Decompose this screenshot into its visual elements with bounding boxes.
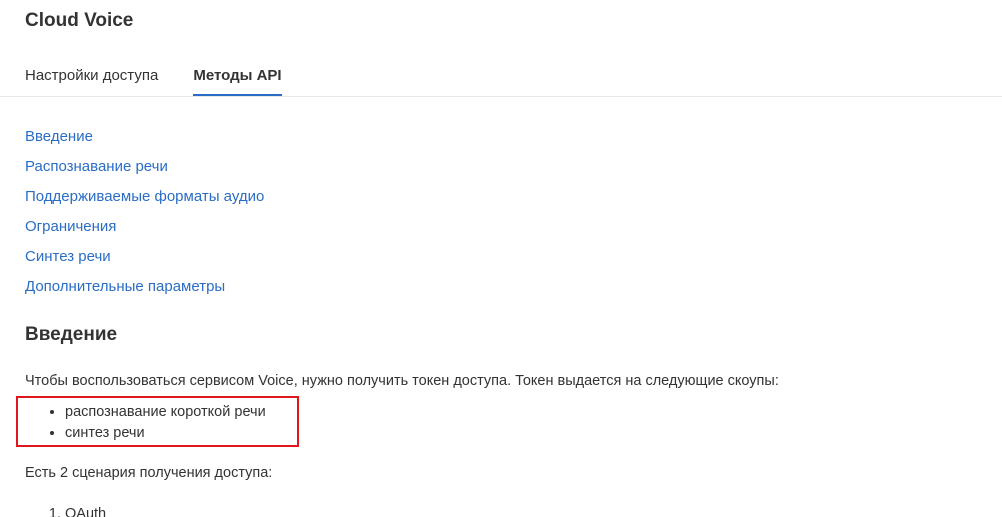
table-of-contents: Введение Распознавание речи Поддерживаем… — [25, 126, 264, 306]
access-methods-list: OAuth — [47, 503, 106, 517]
toc-link-speech-synthesis[interactable]: Синтез речи — [25, 248, 111, 265]
toc-link-limitations[interactable]: Ограничения — [25, 218, 116, 235]
intro-paragraph: Чтобы воспользоваться сервисом Voice, ну… — [25, 373, 779, 389]
tab-access-settings[interactable]: Настройки доступа — [25, 64, 158, 96]
page: Cloud Voice Настройки доступа Методы API… — [0, 0, 1002, 517]
toc-item: Ограничения — [25, 216, 264, 246]
section-title: Введение — [25, 324, 118, 345]
scenarios-paragraph: Есть 2 сценария получения доступа: — [25, 465, 273, 481]
toc-item: Синтез речи — [25, 246, 264, 276]
tab-api-methods[interactable]: Методы API — [193, 64, 282, 96]
toc-item: Введение — [25, 126, 264, 156]
toc-item: Распознавание речи — [25, 156, 264, 186]
toc-link-additional-params[interactable]: Дополнительные параметры — [25, 278, 225, 295]
access-method-item: OAuth — [65, 503, 106, 517]
toc-link-audio-formats[interactable]: Поддерживаемые форматы аудио — [25, 188, 264, 205]
toc-item: Поддерживаемые форматы аудио — [25, 186, 264, 216]
app-title: Cloud Voice — [25, 10, 134, 31]
toc-link-speech-recognition[interactable]: Распознавание речи — [25, 158, 168, 175]
tab-bar: Настройки доступа Методы API — [25, 64, 282, 96]
tabs-divider — [0, 96, 1002, 97]
toc-item: Дополнительные параметры — [25, 276, 264, 306]
highlight-box — [16, 396, 299, 447]
toc-link-introduction[interactable]: Введение — [25, 128, 93, 145]
